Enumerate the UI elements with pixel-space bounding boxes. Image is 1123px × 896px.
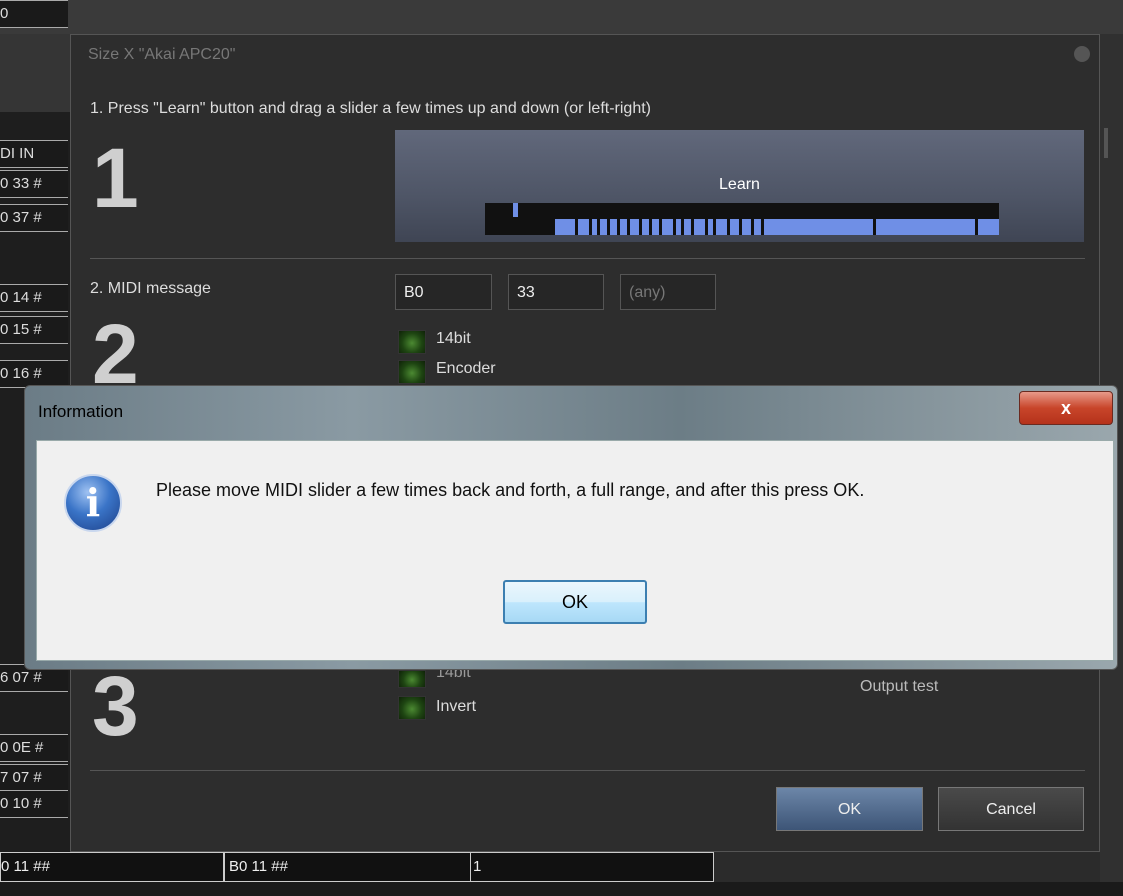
invert-label: Invert (436, 698, 477, 715)
divider (90, 258, 1085, 259)
14bit-out-checkbox[interactable] (398, 670, 426, 688)
table-cell: 0 33 # (0, 170, 68, 198)
step1-instruction: 1. Press "Learn" button and drag a slide… (90, 100, 651, 117)
14bit-label: 14bit (436, 330, 471, 347)
table-cell: 0 16 # (0, 360, 68, 388)
step1-number: 1 (92, 131, 139, 225)
midi-activity-track (485, 203, 999, 235)
invert-checkbox[interactable] (398, 696, 426, 720)
encoder-label: Encoder (436, 360, 496, 377)
close-button[interactable]: x (1019, 391, 1113, 425)
information-dialog-body (36, 440, 1114, 661)
background-titlebar (0, 0, 1123, 34)
output-test-button[interactable]: Output test (860, 678, 938, 696)
midi-data-field[interactable]: 33 (508, 274, 604, 310)
table-cell: 0 (0, 0, 68, 28)
table-cell: 0 15 # (0, 316, 68, 344)
step2-label: 2. MIDI message (90, 280, 211, 297)
midi-status-field[interactable]: B0 (395, 274, 492, 310)
table-cell: 1 (470, 852, 714, 882)
learn-label: Learn (719, 176, 760, 193)
step2-number: 2 (92, 307, 139, 401)
background-table-row: 0 11 ## B0 11 ## 1 (0, 852, 715, 882)
encoder-checkbox[interactable] (398, 360, 426, 384)
table-cell: 0 14 # (0, 284, 68, 312)
dialog-close-icon[interactable] (1074, 46, 1090, 62)
table-cell: 0 0E # (0, 734, 68, 762)
information-ok-button[interactable]: OK (503, 580, 647, 624)
midi-value-field[interactable]: (any) (620, 274, 716, 310)
activity-bar (555, 219, 999, 235)
step3-number: 3 (92, 659, 139, 753)
background-scrollbar[interactable] (1104, 128, 1108, 158)
table-cell: 0 11 ## (0, 852, 224, 882)
information-dialog-title: Information (38, 402, 124, 421)
table-cell: 0 37 # (0, 204, 68, 232)
14bit-checkbox[interactable] (398, 330, 426, 354)
dialog-title: Size X "Akai APC20" (88, 46, 236, 63)
table-cell: B0 11 ## (224, 852, 472, 882)
divider (90, 770, 1085, 771)
background-bottom (0, 882, 1123, 896)
table-cell: DI IN (0, 140, 68, 168)
table-cell: 7 07 # (0, 764, 68, 792)
cancel-button[interactable]: Cancel (938, 787, 1084, 831)
information-message: Please move MIDI slider a few times back… (156, 480, 865, 500)
activity-marker (513, 203, 518, 217)
ok-button[interactable]: OK (776, 787, 923, 831)
learn-button[interactable]: Learn (395, 130, 1084, 242)
information-icon: i (64, 474, 122, 532)
table-cell: 0 10 # (0, 790, 68, 818)
